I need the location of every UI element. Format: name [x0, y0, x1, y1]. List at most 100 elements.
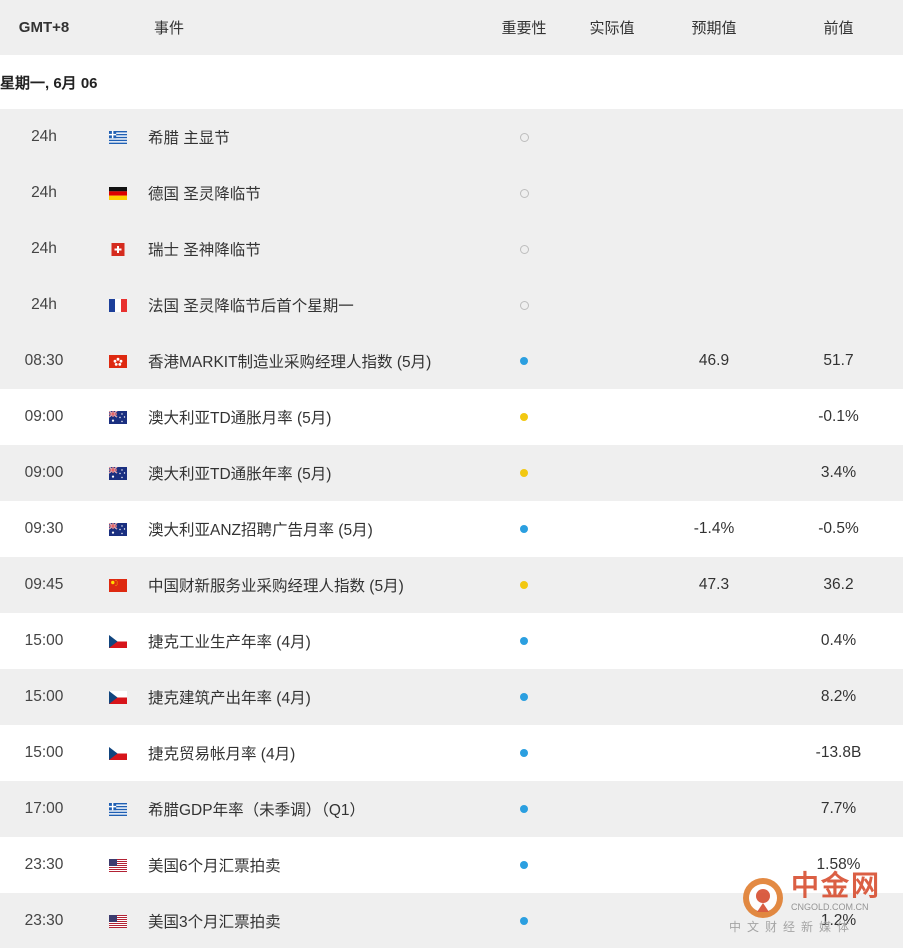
- flag-cell: [88, 298, 148, 312]
- event-time: 23:30: [24, 856, 64, 873]
- event-time: 15:00: [24, 632, 64, 649]
- importance-cell: [478, 805, 570, 813]
- importance-cell: [478, 693, 570, 701]
- event-time: 15:00: [24, 688, 64, 705]
- event-time: 24h: [31, 240, 57, 257]
- switzerland-flag-icon: [109, 242, 127, 256]
- table-row[interactable]: 24h 法国 圣灵降临节后首个星期一: [0, 277, 903, 333]
- event-name[interactable]: 澳大利亚ANZ招聘广告月率 (5月): [148, 518, 478, 540]
- australia-flag-icon: [109, 522, 127, 536]
- france-flag-icon: [109, 298, 127, 312]
- flag-cell: [88, 802, 148, 816]
- table-row[interactable]: 24h 德国 圣灵降临节: [0, 165, 903, 221]
- germany-flag-icon: [109, 186, 127, 200]
- usa-flag-icon: [109, 914, 127, 928]
- importance-cell: [478, 244, 570, 254]
- event-name[interactable]: 瑞士 圣神降临节: [148, 238, 478, 260]
- previous-value: -13.8B: [815, 744, 862, 761]
- event-name[interactable]: 希腊GDP年率（未季调）（Q1）: [148, 798, 478, 820]
- czech-flag-icon: [109, 746, 127, 760]
- date-label: 星期一, 6月 06: [0, 55, 903, 109]
- event-list: 24h 希腊 主显节 24h 德国 圣灵降临节 24h 瑞士 圣神降临节 24h 法国 圣灵降…: [0, 109, 903, 948]
- importance-cell: [478, 917, 570, 925]
- hongkong-flag-icon: [109, 354, 127, 368]
- importance-cell: [478, 525, 570, 533]
- importance-cell: [478, 300, 570, 310]
- event-name[interactable]: 法国 圣灵降临节后首个星期一: [148, 294, 478, 316]
- usa-flag-icon: [109, 858, 127, 872]
- importance-yellow-icon: [520, 581, 528, 589]
- watermark: 中金网 CNGOLD.COM.CN 中文财经新媒体: [729, 870, 891, 938]
- event-name[interactable]: 澳大利亚TD通胀年率 (5月): [148, 462, 478, 484]
- previous-value: 0.4%: [820, 632, 857, 649]
- flag-cell: [88, 690, 148, 704]
- importance-blue-icon: [520, 917, 528, 925]
- importance-blue-icon: [520, 525, 528, 533]
- event-time: 09:45: [24, 576, 64, 593]
- table-header: GMT+8 事件 重要性 实际值 预期值 前值: [0, 0, 903, 55]
- importance-cell: [478, 469, 570, 477]
- event-name[interactable]: 捷克贸易帐月率 (4月): [148, 742, 478, 764]
- cngold-logo-icon: [743, 878, 783, 918]
- importance-header: 重要性: [501, 20, 547, 37]
- event-name[interactable]: 希腊 主显节: [148, 126, 478, 148]
- previous-value: 7.7%: [820, 800, 857, 817]
- table-row[interactable]: 09:30 澳大利亚ANZ招聘广告月率 (5月) -1.4% -0.5%: [0, 501, 903, 557]
- previous-value: 36.2: [823, 576, 854, 593]
- table-row[interactable]: 15:00 捷克贸易帐月率 (4月) -13.8B: [0, 725, 903, 781]
- event-time: 23:30: [24, 912, 64, 929]
- event-name[interactable]: 香港MARKIT制造业采购经理人指数 (5月): [148, 350, 478, 372]
- flag-cell: [88, 354, 148, 368]
- forecast-header: 预期值: [691, 20, 737, 37]
- flag-cell: [88, 634, 148, 648]
- australia-flag-icon: [109, 410, 127, 424]
- table-row[interactable]: 09:00 澳大利亚TD通胀年率 (5月) 3.4%: [0, 445, 903, 501]
- table-row[interactable]: 24h 希腊 主显节: [0, 109, 903, 165]
- importance-cell: [478, 861, 570, 869]
- event-name[interactable]: 美国6个月汇票拍卖: [148, 854, 478, 876]
- forecast-value: 46.9: [698, 352, 730, 369]
- flag-cell: [88, 746, 148, 760]
- event-name[interactable]: 中国财新服务业采购经理人指数 (5月): [148, 574, 478, 596]
- event-time: 24h: [31, 296, 57, 313]
- previous-value: 51.7: [823, 352, 854, 369]
- table-row[interactable]: 15:00 捷克建筑产出年率 (4月) 8.2%: [0, 669, 903, 725]
- flag-cell: [88, 410, 148, 424]
- event-name[interactable]: 德国 圣灵降临节: [148, 182, 478, 204]
- table-row[interactable]: 09:00 澳大利亚TD通胀月率 (5月) -0.1%: [0, 389, 903, 445]
- timezone-header[interactable]: GMT+8: [0, 19, 88, 36]
- event-time: 24h: [31, 128, 57, 145]
- greece-flag-icon: [109, 130, 127, 144]
- importance-cell: [478, 413, 570, 421]
- table-row[interactable]: 08:30 香港MARKIT制造业采购经理人指数 (5月) 46.9 51.7: [0, 333, 903, 389]
- flag-cell: [88, 858, 148, 872]
- event-name[interactable]: 美国3个月汇票拍卖: [148, 910, 478, 932]
- forecast-value: -1.4%: [693, 520, 735, 537]
- table-row[interactable]: 17:00 希腊GDP年率（未季调）（Q1） 7.7%: [0, 781, 903, 837]
- greece-flag-icon: [109, 802, 127, 816]
- event-name[interactable]: 捷克工业生产年率 (4月): [148, 630, 478, 652]
- flag-cell: [88, 130, 148, 144]
- event-name[interactable]: 澳大利亚TD通胀月率 (5月): [148, 406, 478, 428]
- event-time: 17:00: [24, 800, 64, 817]
- table-row[interactable]: 09:45 中国财新服务业采购经理人指数 (5月) 47.3 36.2: [0, 557, 903, 613]
- actual-header: 实际值: [589, 20, 635, 37]
- event-name[interactable]: 捷克建筑产出年率 (4月): [148, 686, 478, 708]
- previous-header: 前值: [823, 20, 854, 37]
- table-row[interactable]: 24h 瑞士 圣神降临节: [0, 221, 903, 277]
- flag-cell: [88, 522, 148, 536]
- importance-blue-icon: [520, 805, 528, 813]
- watermark-domain: CNGOLD.COM.CN: [791, 902, 869, 912]
- importance-cell: [478, 132, 570, 142]
- previous-value: -0.1%: [818, 408, 859, 425]
- importance-none-icon: [519, 188, 529, 198]
- importance-blue-icon: [520, 637, 528, 645]
- table-row[interactable]: 15:00 捷克工业生产年率 (4月) 0.4%: [0, 613, 903, 669]
- event-time: 09:00: [24, 464, 64, 481]
- australia-flag-icon: [109, 466, 127, 480]
- importance-cell: [478, 188, 570, 198]
- event-header: 事件: [154, 20, 185, 37]
- czech-flag-icon: [109, 690, 127, 704]
- previous-value: 8.2%: [820, 688, 857, 705]
- importance-none-icon: [519, 300, 529, 310]
